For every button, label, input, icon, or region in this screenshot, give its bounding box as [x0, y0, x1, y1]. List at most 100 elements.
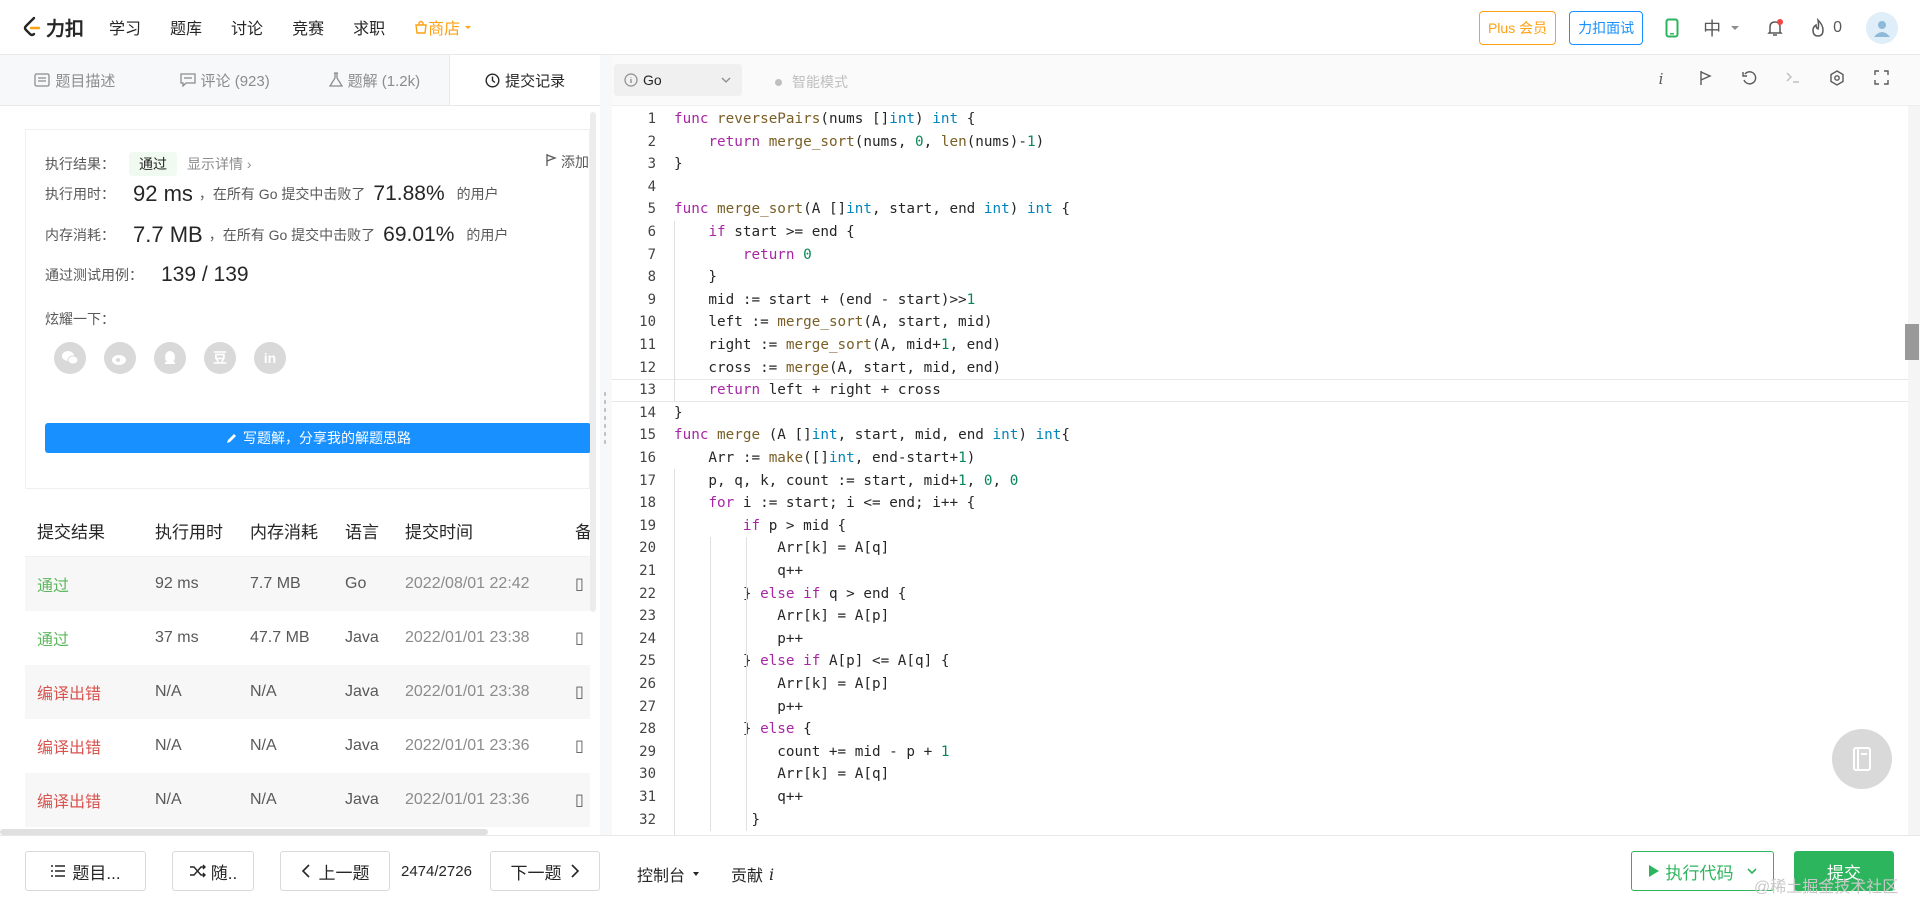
leetcode-logo[interactable]: 力扣	[22, 14, 84, 41]
nav-learn[interactable]: 学习	[109, 15, 141, 39]
code-line[interactable]: 19 if p > mid {	[612, 515, 1908, 538]
code-line[interactable]: 14}	[612, 402, 1908, 425]
code-text[interactable]: Arr := make([]int, end-start+1)	[674, 450, 975, 466]
nav-problems[interactable]: 题库	[170, 15, 202, 39]
note-icon[interactable]: ▯	[575, 628, 590, 648]
note-icon[interactable]: ▯	[575, 682, 590, 702]
code-line[interactable]: 31 q++	[612, 786, 1908, 809]
next-problem-button[interactable]: 下一题	[490, 851, 600, 891]
row-status[interactable]: 通过	[25, 626, 155, 650]
linkedin-icon[interactable]: in	[254, 342, 286, 374]
notebook-icon[interactable]	[1832, 729, 1892, 789]
code-line[interactable]: 32 }	[612, 808, 1908, 831]
row-status[interactable]: 编译出错	[25, 788, 155, 812]
code-text[interactable]: return merge_sort(nums, 0, len(nums)-1)	[674, 134, 1044, 150]
code-editor[interactable]: 1 func reversePairs(nums []int) int {2 re…	[612, 106, 1908, 835]
wechat-icon[interactable]	[54, 342, 86, 374]
resize-handle[interactable]	[603, 390, 607, 444]
code-line[interactable]: 28 } else {	[612, 718, 1908, 741]
code-line[interactable]: 4	[612, 176, 1908, 199]
code-text[interactable]: cross := merge(A, start, mid, end)	[674, 360, 1001, 376]
weibo-icon[interactable]	[104, 342, 136, 374]
user-avatar[interactable]	[1866, 11, 1898, 44]
code-text[interactable]: func reversePairs(nums []int) int {	[674, 111, 975, 127]
code-line[interactable]: 25 } else if A[p] <= A[q] {	[612, 650, 1908, 673]
code-text[interactable]: if p > mid {	[674, 518, 846, 534]
code-line[interactable]: 29 count += mid - p + 1	[612, 741, 1908, 764]
note-icon[interactable]: ▯	[575, 736, 590, 756]
info-icon[interactable]: i	[1652, 70, 1670, 90]
plus-member-button[interactable]: Plus 会员	[1478, 10, 1557, 45]
code-line[interactable]: 13 return left + right + cross	[612, 379, 1908, 402]
code-text[interactable]: func merge (A []int, start, mid, end int…	[674, 427, 1070, 443]
code-line[interactable]: 6 if start >= end {	[612, 221, 1908, 244]
code-text[interactable]: }	[674, 156, 683, 172]
code-line[interactable]: 24 p++	[612, 628, 1908, 651]
editor-scroll-thumb[interactable]	[1905, 324, 1919, 360]
douban-icon[interactable]: 豆	[204, 342, 236, 374]
nav-jobs[interactable]: 求职	[353, 15, 385, 39]
settings-icon[interactable]	[1828, 70, 1846, 90]
code-line[interactable]: 15 func merge (A []int, start, mid, end i…	[612, 424, 1908, 447]
code-text[interactable]: if start >= end {	[674, 224, 854, 240]
code-line[interactable]: 22 } else if q > end {	[612, 582, 1908, 605]
add-note-button[interactable]: 添加	[545, 152, 589, 172]
code-text[interactable]: left := merge_sort(A, start, mid)	[674, 314, 992, 330]
code-text[interactable]: count += mid - p + 1	[674, 744, 949, 760]
code-text[interactable]: p++	[674, 699, 803, 715]
code-line[interactable]: 12 cross := merge(A, start, mid, end)	[612, 356, 1908, 379]
code-line[interactable]: 8 }	[612, 266, 1908, 289]
code-line[interactable]: 16 Arr := make([]int, end-start+1)	[612, 447, 1908, 470]
code-text[interactable]: }	[674, 405, 683, 421]
code-text[interactable]: for i := start; i <= end; i++ {	[674, 495, 975, 511]
code-line[interactable]: 20 Arr[k] = A[q]	[612, 537, 1908, 560]
table-row[interactable]: 通过 92 ms 7.7 MB Go 2022/08/01 22:42 ▯	[25, 557, 590, 611]
code-line[interactable]: 21 q++	[612, 560, 1908, 583]
code-line[interactable]: 11 right := merge_sort(A, mid+1, end)	[612, 334, 1908, 357]
language-switch[interactable]: 中	[1703, 15, 1741, 41]
code-line[interactable]: 1 func reversePairs(nums []int) int {	[612, 108, 1908, 131]
code-text[interactable]: func merge_sort(A []int, start, end int)…	[674, 201, 1070, 217]
code-line[interactable]: 3}	[612, 153, 1908, 176]
code-text[interactable]: q++	[674, 563, 803, 579]
code-line[interactable]: 7 return 0	[612, 243, 1908, 266]
flag-icon[interactable]	[1696, 70, 1714, 90]
code-text[interactable]: p, q, k, count := start, mid+1, 0, 0	[674, 473, 1018, 489]
code-text[interactable]: return left + right + cross	[674, 382, 940, 398]
code-line[interactable]: 17 p, q, k, count := start, mid+1, 0, 0	[612, 469, 1908, 492]
code-text[interactable]: } else if A[p] <= A[q] {	[674, 653, 950, 669]
language-select[interactable]: Go	[614, 64, 742, 96]
panel-divider[interactable]	[600, 55, 612, 835]
code-line[interactable]: 27 p++	[612, 695, 1908, 718]
run-code-button[interactable]: 执行代码	[1631, 851, 1774, 891]
points-counter[interactable]: 0	[1809, 17, 1842, 38]
code-text[interactable]: p++	[674, 631, 803, 647]
table-row[interactable]: 编译出错 N/A N/A Java 2022/01/01 23:36 ▯	[25, 719, 590, 773]
problem-list-button[interactable]: 题目...	[25, 851, 146, 891]
qq-icon[interactable]	[154, 342, 186, 374]
editor-scrollbar[interactable]	[1908, 106, 1920, 835]
vertical-scrollbar[interactable]	[590, 112, 596, 612]
tab-comments[interactable]: 评论 (923)	[150, 55, 300, 105]
code-text[interactable]: right := merge_sort(A, mid+1, end)	[674, 337, 1001, 353]
note-icon[interactable]: ▯	[575, 790, 590, 810]
code-line[interactable]: 10 left := merge_sort(A, start, mid)	[612, 311, 1908, 334]
notification-bell-icon[interactable]	[1765, 18, 1785, 38]
code-text[interactable]: } else {	[674, 721, 812, 737]
code-text[interactable]: Arr[k] = A[p]	[674, 676, 889, 692]
code-text[interactable]: Arr[k] = A[q]	[674, 540, 889, 556]
mock-interview-button[interactable]: 力扣面试	[1569, 10, 1644, 45]
code-line[interactable]: 30 Arr[k] = A[q]	[612, 763, 1908, 786]
code-text[interactable]: Arr[k] = A[p]	[674, 608, 889, 624]
table-row[interactable]: 编译出错 N/A N/A Java 2022/01/01 23:36 ▯	[25, 773, 590, 827]
code-line[interactable]: 2 return merge_sort(nums, 0, len(nums)-1…	[612, 130, 1908, 153]
reset-icon[interactable]	[1740, 70, 1758, 90]
code-line[interactable]: 18 for i := start; i <= end; i++ {	[612, 492, 1908, 515]
console-toggle[interactable]: 控制台	[637, 862, 701, 886]
random-button[interactable]: 随..	[172, 851, 254, 891]
contribute-button[interactable]: 贡献 i	[731, 862, 774, 886]
code-text[interactable]: Arr[k] = A[q]	[674, 766, 889, 782]
show-details-link[interactable]: 显示详情 ›	[187, 154, 252, 174]
row-status[interactable]: 编译出错	[25, 734, 155, 758]
row-status[interactable]: 通过	[25, 572, 155, 596]
